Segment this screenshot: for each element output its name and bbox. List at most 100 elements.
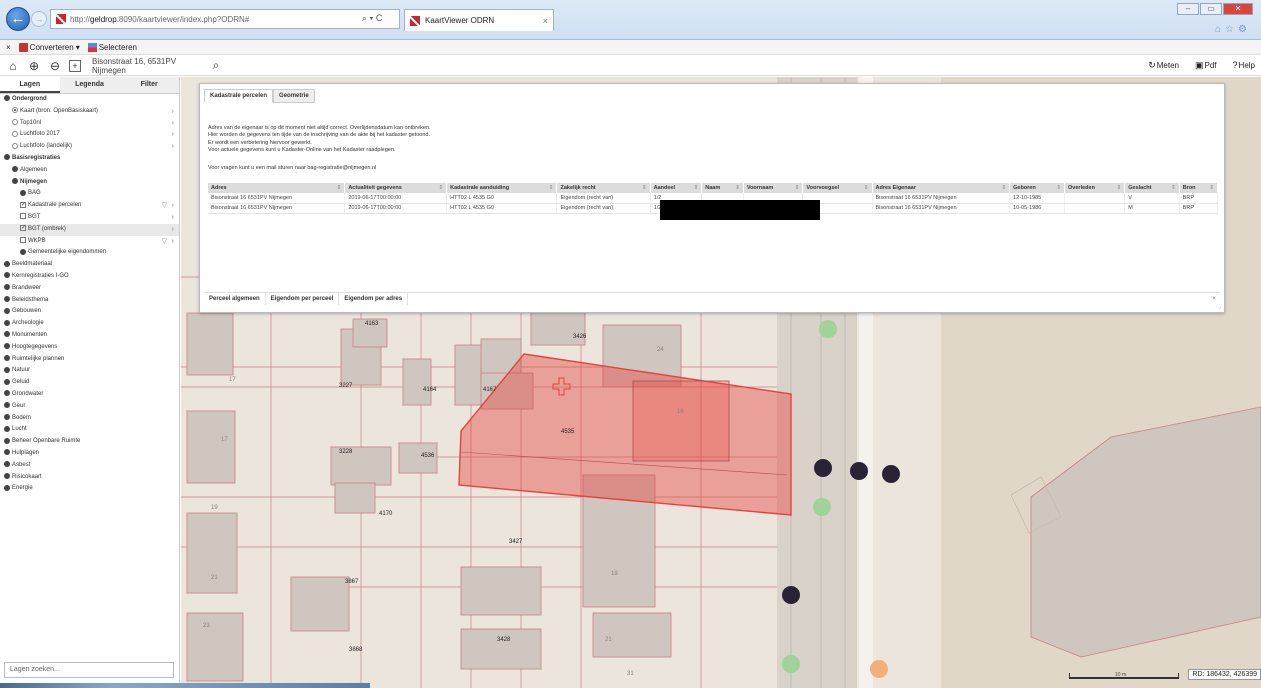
layer-item[interactable]: Algemeen [0,165,179,177]
expand-dot-icon[interactable] [4,390,10,397]
checkbox[interactable] [20,213,26,220]
expand-dot-icon[interactable] [4,425,10,432]
checkbox[interactable] [20,225,26,232]
expand-dot-icon[interactable] [20,248,26,255]
column-header[interactable]: Adres ⇕ [208,183,346,193]
expand-dot-icon[interactable] [4,366,10,373]
home-icon[interactable]: ⌂ [6,59,20,73]
layer-item[interactable]: Nijmegen [0,177,179,189]
sort-icon[interactable]: ⇕ [864,185,869,191]
column-header[interactable]: Geslacht ⇕ [1124,183,1180,193]
sort-icon[interactable]: ⇕ [1117,185,1122,191]
sort-icon[interactable]: ⇕ [439,185,444,191]
radio-button[interactable] [12,142,18,149]
expand-dot-icon[interactable] [4,449,10,456]
column-header[interactable]: Actualiteit gegevens ⇕ [344,183,448,193]
window-close-button[interactable]: ✕ [1223,3,1253,15]
layer-item[interactable]: Beheer Openbare Ruimte [0,436,179,448]
layer-item[interactable]: Brandweer [0,283,179,295]
forward-button[interactable]: → [31,11,47,27]
sort-icon[interactable]: ⇕ [1002,185,1007,191]
measure-button[interactable]: ↻Meten [1148,60,1179,71]
sort-icon[interactable]: ⇕ [1171,185,1176,191]
sort-icon[interactable]: ⇕ [1056,185,1061,191]
layer-item[interactable]: Risicokaart [0,472,179,484]
radio-button[interactable] [12,119,18,126]
layer-item[interactable]: Ruimtelijke plannen [0,354,179,366]
column-header[interactable]: Naam ⇕ [701,183,744,193]
sort-icon[interactable]: ⇕ [1209,185,1214,191]
tab-eigendom-per-adres[interactable]: Eigendom per adres [339,293,409,305]
address-bar[interactable]: http://geldrop:8090/kaartviewer/index.ph… [50,9,400,29]
layer-item[interactable]: Monumenten [0,330,179,342]
sort-icon[interactable]: ⇕ [795,185,800,191]
column-header[interactable]: Aandeel ⇕ [650,183,703,193]
radio-button[interactable] [12,130,18,137]
layer-item[interactable]: Hoogtegegevens [0,342,179,354]
expand-dot-icon[interactable] [4,307,10,314]
expand-dot-icon[interactable] [4,378,10,385]
tab-geometrie[interactable]: Geometrie [273,89,315,103]
tab-layers[interactable]: Lagen [0,77,60,93]
expand-dot-icon[interactable] [4,331,10,338]
close-command-bar-icon[interactable]: × [6,43,11,52]
layer-item[interactable]: BGT (ombrek) › [0,223,179,236]
expand-dot-icon[interactable] [4,402,10,409]
column-header[interactable]: Bron ⇕ [1179,183,1219,193]
expand-dot-icon[interactable] [4,354,10,361]
layer-search-input[interactable]: Lagen zoeken... [4,662,174,678]
layer-item[interactable]: Bodem [0,413,179,425]
layer-item[interactable]: Beeldmateriaal [0,259,179,271]
column-header[interactable]: Kadastrale aanduiding ⇕ [446,183,558,193]
address-tools[interactable]: ⌕ ▾ C [362,13,382,24]
maximize-button[interactable]: ▭ [1200,3,1222,15]
chevron-right-icon[interactable]: › [172,141,174,153]
help-button[interactable]: ?Help [1233,60,1255,71]
expand-dot-icon[interactable] [4,272,10,279]
expand-dot-icon[interactable] [4,319,10,326]
chevron-right-icon[interactable]: › [172,200,174,212]
chevron-right-icon[interactable]: › [172,236,174,248]
expand-dot-icon[interactable] [4,413,10,420]
tab-eigendom-per-perceel[interactable]: Eigendom per perceel [266,293,340,305]
expand-dot-icon[interactable] [20,189,26,196]
zoom-out-icon[interactable]: ⊖ [48,59,62,73]
column-header[interactable]: Zakelijk recht ⇕ [556,183,651,193]
radio-button[interactable] [12,107,18,114]
browser-tool-icons[interactable]: ⌂☆⚙ [1215,24,1251,35]
layer-item[interactable]: Luchtfoto 2017 › [0,129,179,141]
layer-item[interactable]: Gemeentelijke eigendommen [0,247,179,259]
search-icon[interactable]: ⌕ [209,58,223,73]
convert-menu[interactable]: Converteren ▾ [18,42,80,52]
minimize-button[interactable]: – [1177,3,1199,15]
expand-dot-icon[interactable] [12,166,18,173]
filter-icon[interactable]: ▽ [162,236,167,248]
sort-icon[interactable]: ⇕ [642,185,647,191]
layer-item[interactable]: Natuur [0,365,179,377]
tab-legend[interactable]: Legenda [59,77,120,93]
layer-item[interactable]: Luchtfoto (landelijk) › [0,141,179,153]
layer-item[interactable]: BAG [0,188,179,200]
chevron-right-icon[interactable]: › [172,118,174,130]
chevron-right-icon[interactable]: › [172,212,174,224]
filter-icon[interactable]: ▽ [162,200,167,212]
expand-dot-icon[interactable] [4,284,10,291]
layer-item[interactable]: Asbest [0,460,179,472]
expand-dot-icon[interactable] [12,178,18,184]
layer-item[interactable]: Gebouwen [0,306,179,318]
layer-item[interactable]: Energie [0,483,179,495]
expand-dot-icon[interactable] [4,437,10,444]
tab-perceel-algemeen[interactable]: Perceel algemeen [204,293,266,305]
add-icon[interactable]: + [69,59,81,72]
layer-item[interactable]: WKPB ▽ › [0,236,179,248]
layer-item[interactable]: Geluid [0,377,179,389]
checkbox[interactable] [20,201,26,208]
expand-dot-icon[interactable] [4,461,10,468]
layer-item[interactable]: Grondwater [0,389,179,401]
expand-dot-icon[interactable] [4,260,10,267]
expand-dot-icon[interactable] [4,295,10,302]
back-button[interactable]: ← [6,7,30,31]
layer-item[interactable]: Kernregistraties I-GO [0,271,179,283]
chevron-right-icon[interactable]: › [172,129,174,141]
tab-filter[interactable]: Filter [119,77,180,93]
